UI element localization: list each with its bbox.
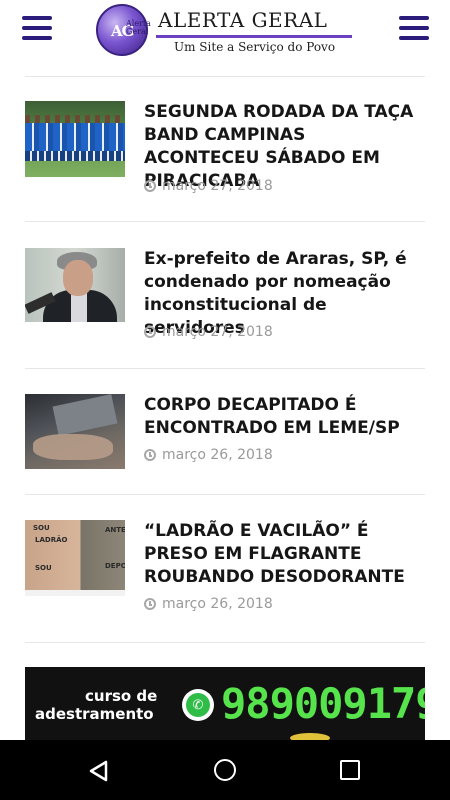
article-meta: março 27, 2018 bbox=[144, 178, 273, 194]
recent-apps-icon[interactable] bbox=[340, 760, 360, 780]
ad-phone-number: 989009179 bbox=[221, 679, 425, 728]
logo-mini-text: Alerta Geral bbox=[126, 20, 151, 36]
clock-icon bbox=[144, 180, 156, 192]
ad-banner[interactable]: curso de adestramento ✆ 989009179 bbox=[25, 667, 425, 740]
divider bbox=[25, 642, 425, 643]
clock-icon bbox=[144, 326, 156, 338]
divider bbox=[25, 368, 425, 369]
logo-subtitle: Um Site a Serviço do Povo bbox=[174, 40, 336, 54]
article-item[interactable]: CORPO DECAPITADO É ENCONTRADO EM LEME/SP… bbox=[25, 394, 425, 474]
article-thumbnail[interactable] bbox=[25, 101, 125, 177]
article-date: março 26, 2018 bbox=[162, 596, 273, 612]
thumb-text: DEPO bbox=[105, 562, 125, 570]
logo-underline bbox=[156, 35, 352, 38]
article-item[interactable]: SOU LADRÃO ANTE SOU DEPO “LADRÃO E VACIL… bbox=[25, 520, 425, 620]
article-headline[interactable]: “LADRÃO E VACILÃO” É PRESO EM FLAGRANTE … bbox=[144, 520, 425, 589]
article-meta: março 26, 2018 bbox=[144, 596, 273, 612]
ad-decoration bbox=[290, 733, 330, 740]
article-meta: março 26, 2018 bbox=[144, 447, 273, 463]
article-meta: março 27, 2018 bbox=[144, 324, 273, 340]
system-nav-bar bbox=[0, 740, 450, 800]
article-thumbnail[interactable] bbox=[25, 394, 125, 469]
thumb-text: LADRÃO bbox=[35, 536, 68, 544]
ad-text-line2: adestramento bbox=[35, 705, 154, 723]
thumb-text: SOU bbox=[35, 564, 52, 572]
whatsapp-icon: ✆ bbox=[182, 689, 214, 721]
article-date: março 26, 2018 bbox=[162, 447, 273, 463]
menu-icon[interactable] bbox=[399, 16, 429, 40]
article-date: março 27, 2018 bbox=[162, 324, 273, 340]
top-bar: AG Alerta Geral ALERTA GERAL Um Site a S… bbox=[0, 0, 450, 64]
thumb-text: SOU bbox=[33, 524, 50, 532]
article-date: março 27, 2018 bbox=[162, 178, 273, 194]
divider bbox=[25, 76, 425, 77]
clock-icon bbox=[144, 449, 156, 461]
back-icon[interactable] bbox=[88, 760, 110, 782]
site-logo[interactable]: AG Alerta Geral ALERTA GERAL Um Site a S… bbox=[96, 2, 358, 60]
logo-mini-line2: Geral bbox=[126, 27, 149, 36]
divider bbox=[25, 494, 425, 495]
home-icon[interactable] bbox=[214, 759, 236, 781]
article-thumbnail[interactable] bbox=[25, 248, 125, 322]
thumb-text: ANTE bbox=[105, 526, 125, 534]
divider bbox=[25, 221, 425, 222]
clock-icon bbox=[144, 598, 156, 610]
menu-icon[interactable] bbox=[22, 16, 52, 40]
logo-title: ALERTA GERAL bbox=[158, 8, 328, 32]
article-headline[interactable]: CORPO DECAPITADO É ENCONTRADO EM LEME/SP bbox=[144, 394, 425, 440]
article-item[interactable]: Ex-prefeito de Araras, SP, é condenado p… bbox=[25, 248, 425, 348]
article-thumbnail[interactable]: SOU LADRÃO ANTE SOU DEPO bbox=[25, 520, 125, 596]
article-item[interactable]: SEGUNDA RODADA DA TAÇA BAND CAMPINAS ACO… bbox=[25, 101, 425, 201]
ad-text-line1: curso de bbox=[85, 687, 158, 705]
